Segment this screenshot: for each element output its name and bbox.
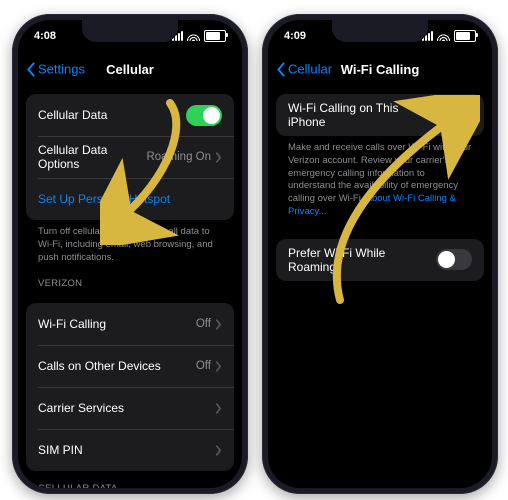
group-wifi-calling-iphone: Wi-Fi Calling on This iPhone xyxy=(276,94,484,136)
back-label: Cellular xyxy=(288,62,332,77)
back-label: Settings xyxy=(38,62,85,77)
toggle-prefer-wifi-roaming[interactable] xyxy=(436,249,472,270)
row-calls-other-devices[interactable]: Calls on Other Devices Off xyxy=(26,345,234,387)
chevron-left-icon xyxy=(26,62,36,76)
row-prefer-wifi-roaming[interactable]: Prefer Wi-Fi While Roaming xyxy=(276,239,484,281)
stage: 4:08 Settings Cellular Cellular xyxy=(0,0,508,500)
wifi-icon xyxy=(187,31,200,41)
chevron-left-icon xyxy=(276,62,286,76)
nav-bar: Cellular Wi-Fi Calling xyxy=(268,52,492,86)
row-detail: Roaming On xyxy=(146,151,211,163)
row-wifi-calling[interactable]: Wi-Fi Calling Off xyxy=(26,303,234,345)
status-indicators xyxy=(172,30,226,42)
section-header-carrier: VERIZON xyxy=(26,266,234,293)
chevron-right-icon xyxy=(215,319,222,330)
toggle-wifi-calling-iphone[interactable] xyxy=(436,105,472,126)
screen-right: 4:09 Cellular Wi-Fi Calling Wi-Fi Callin xyxy=(268,20,492,488)
section-header-cellular-data: CELLULAR DATA xyxy=(26,471,234,488)
row-label: Calls on Other Devices xyxy=(38,359,196,373)
screen-left: 4:08 Settings Cellular Cellular xyxy=(18,20,242,488)
chevron-right-icon xyxy=(215,361,222,372)
nav-bar: Settings Cellular xyxy=(18,52,242,86)
status-time: 4:09 xyxy=(284,30,306,42)
wifi-icon xyxy=(437,31,450,41)
group-prefer-wifi-roaming: Prefer Wi-Fi While Roaming xyxy=(276,239,484,281)
row-label: Cellular Data xyxy=(38,108,186,122)
nav-title: Cellular xyxy=(106,62,154,77)
row-label: Wi-Fi Calling xyxy=(38,317,196,331)
row-label: Prefer Wi-Fi While Roaming xyxy=(288,246,436,274)
row-sim-pin[interactable]: SIM PIN xyxy=(26,429,234,471)
nav-title: Wi-Fi Calling xyxy=(341,62,420,77)
chevron-right-icon xyxy=(215,152,222,163)
battery-icon xyxy=(204,30,226,42)
row-label: Set Up Personal Hotspot xyxy=(38,192,222,206)
row-carrier-services[interactable]: Carrier Services xyxy=(26,387,234,429)
row-detail: Off xyxy=(196,360,211,372)
status-indicators xyxy=(422,30,476,42)
group-footer-text: Make and receive calls over Wi-Fi with y… xyxy=(276,136,484,221)
battery-icon xyxy=(454,30,476,42)
content-area[interactable]: Cellular Data Cellular Data Options Roam… xyxy=(18,86,242,488)
group-carrier: Wi-Fi Calling Off Calls on Other Devices… xyxy=(26,303,234,471)
notch xyxy=(82,20,178,42)
content-area[interactable]: Wi-Fi Calling on This iPhone Make and re… xyxy=(268,86,492,488)
row-detail: Off xyxy=(196,318,211,330)
row-cellular-data[interactable]: Cellular Data xyxy=(26,94,234,136)
phone-frame-left: 4:08 Settings Cellular Cellular xyxy=(12,14,248,494)
toggle-cellular-data[interactable] xyxy=(186,105,222,126)
row-label: Wi-Fi Calling on This iPhone xyxy=(288,101,436,129)
status-time: 4:08 xyxy=(34,30,56,42)
phone-frame-right: 4:09 Cellular Wi-Fi Calling Wi-Fi Callin xyxy=(262,14,498,494)
row-label: Carrier Services xyxy=(38,401,215,415)
back-button[interactable]: Cellular xyxy=(276,62,332,77)
group-cellular-main: Cellular Data Cellular Data Options Roam… xyxy=(26,94,234,220)
row-wifi-calling-iphone[interactable]: Wi-Fi Calling on This iPhone xyxy=(276,94,484,136)
row-personal-hotspot[interactable]: Set Up Personal Hotspot xyxy=(26,178,234,220)
notch xyxy=(332,20,428,42)
chevron-right-icon xyxy=(215,403,222,414)
row-cellular-data-options[interactable]: Cellular Data Options Roaming On xyxy=(26,136,234,178)
group-footer-text: Turn off cellular data to restrict all d… xyxy=(26,220,234,266)
row-label: Cellular Data Options xyxy=(38,143,146,171)
chevron-right-icon xyxy=(215,445,222,456)
row-label: SIM PIN xyxy=(38,443,215,457)
back-button[interactable]: Settings xyxy=(26,62,85,77)
